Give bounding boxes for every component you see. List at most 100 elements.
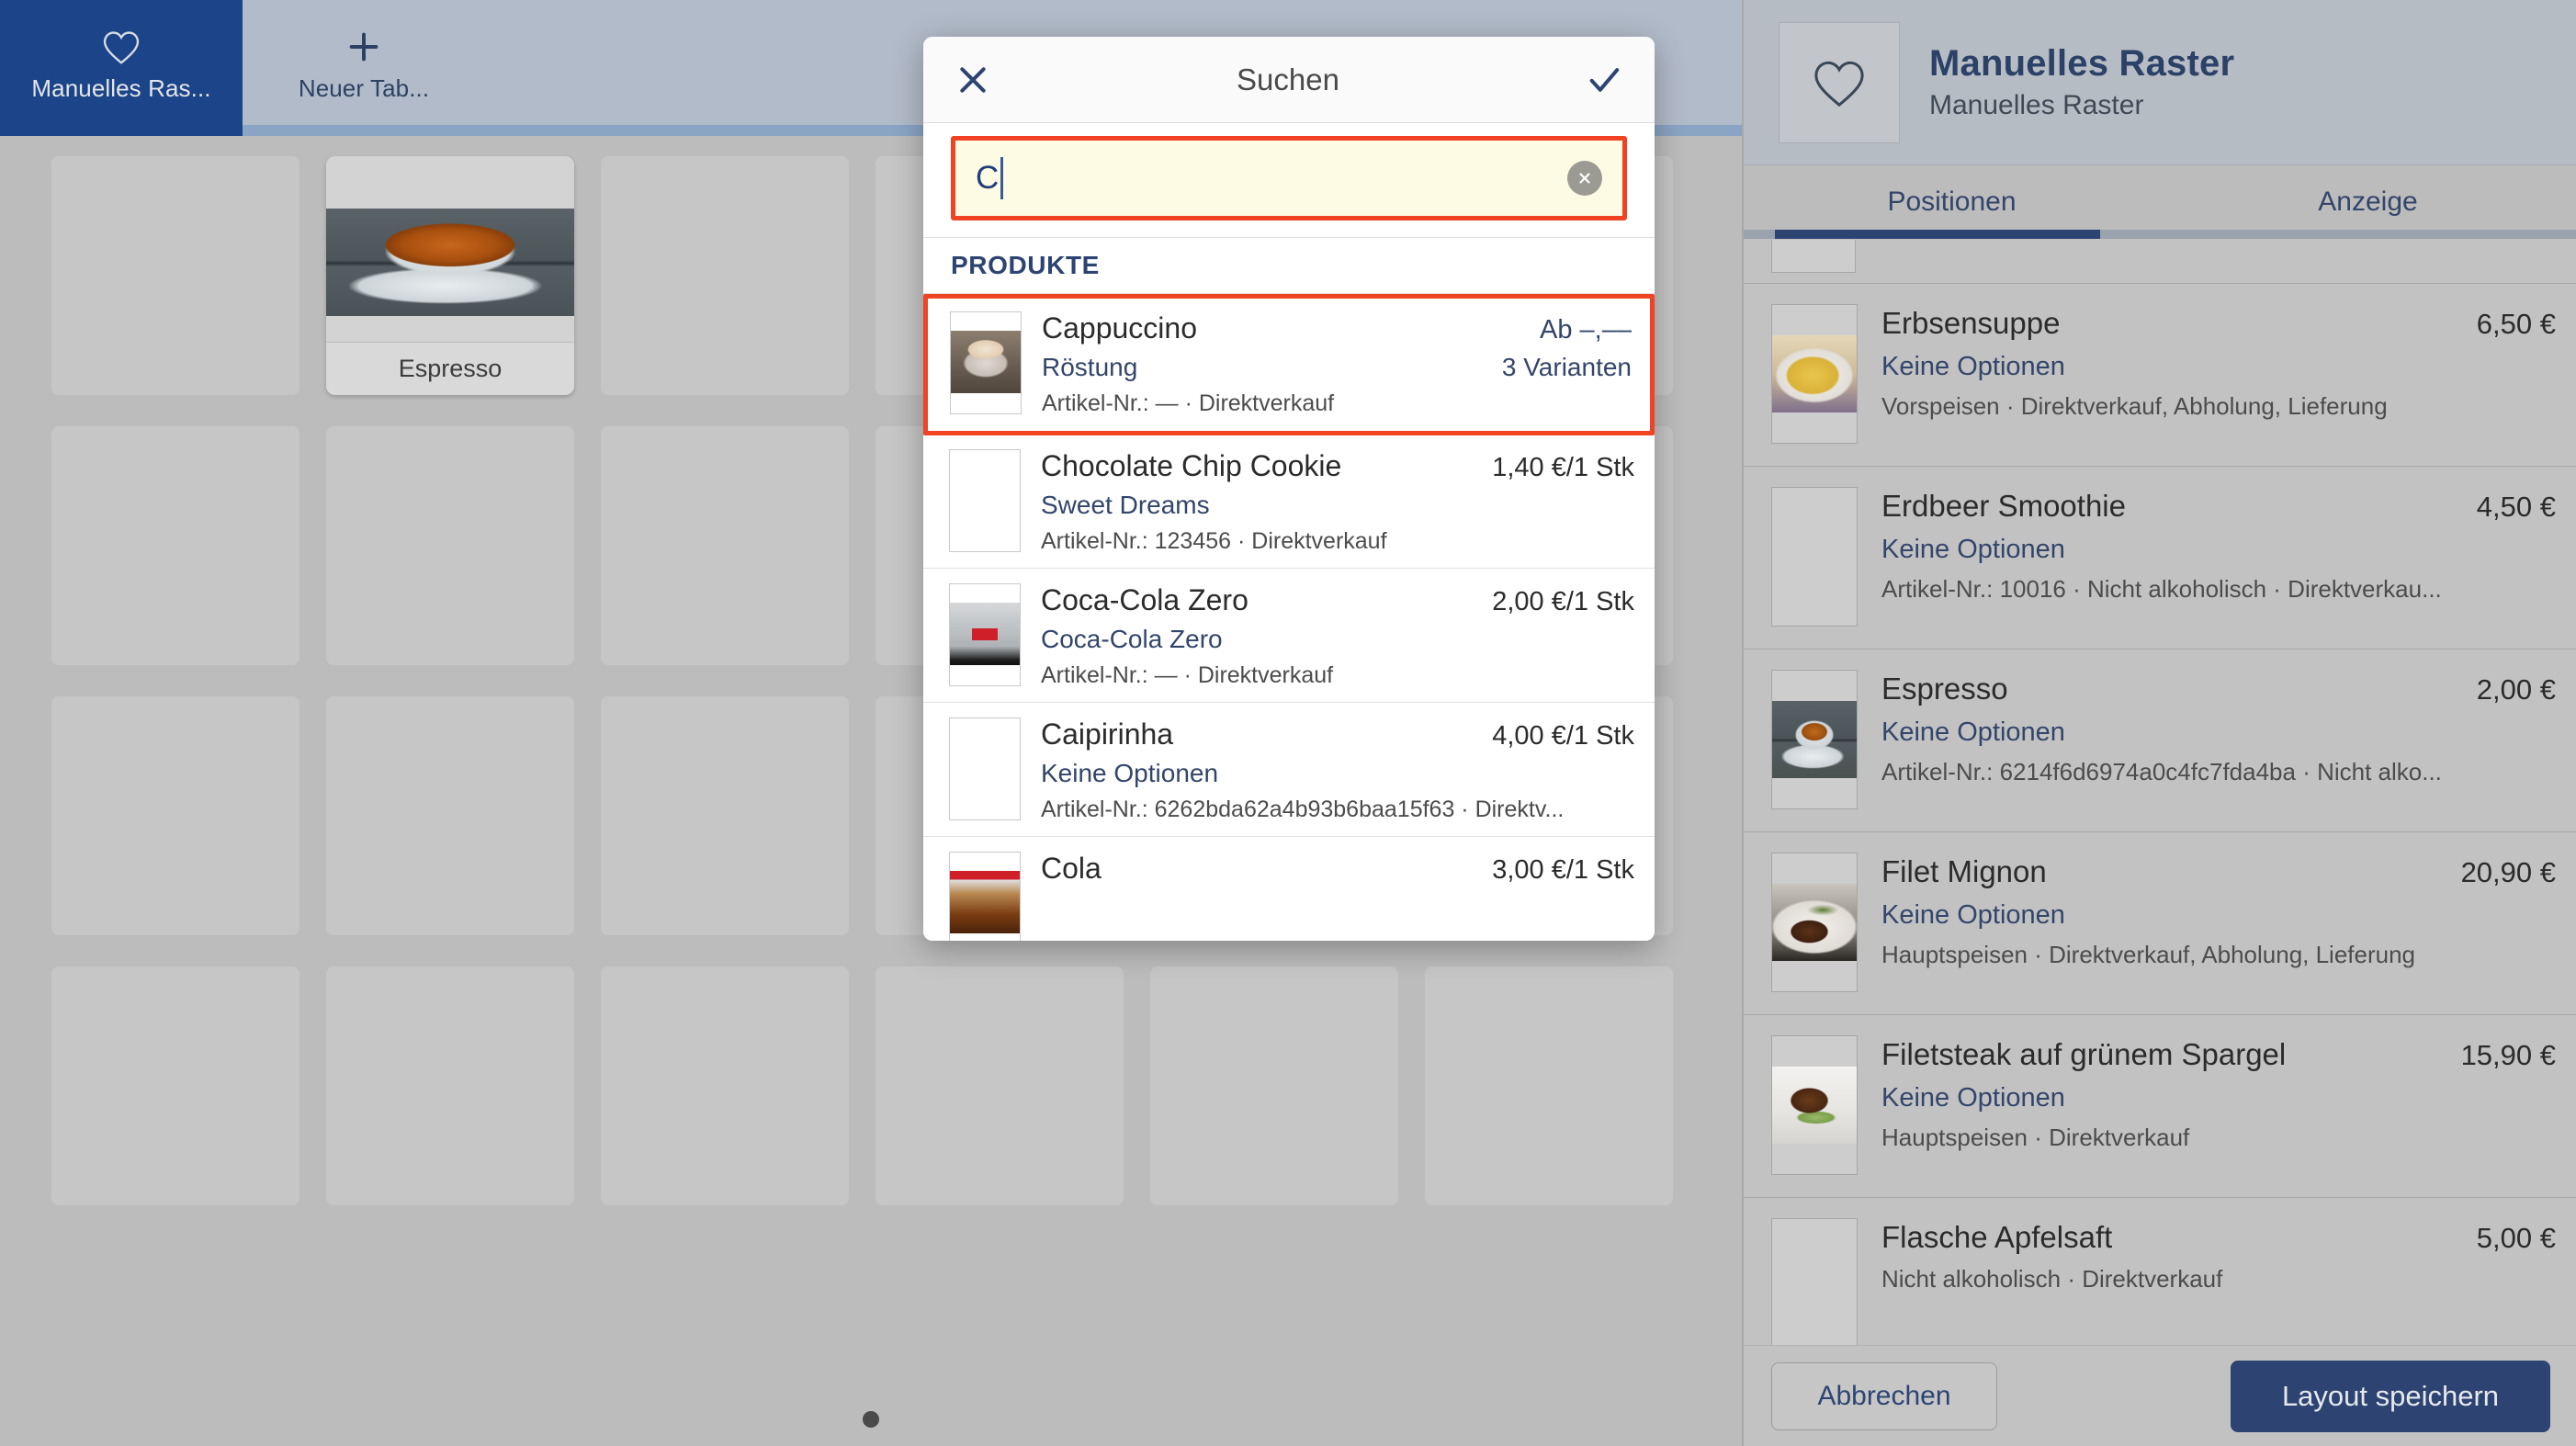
- cancel-button[interactable]: Abbrechen: [1771, 1361, 1997, 1430]
- item-meta: Hauptspeisen · Direktverkauf, Abholung, …: [1881, 941, 2416, 968]
- search-input-value: C: [976, 160, 1000, 196]
- list-item[interactable]: Espresso 2,00 € Keine Optionen Artikel-N…: [1744, 650, 2576, 832]
- grid-slot-empty[interactable]: [601, 966, 849, 1205]
- item-meta: Artikel-Nr.: 10016 · Nicht alkoholisch ·…: [1881, 575, 2442, 603]
- item-price: 20,90 €: [2460, 856, 2556, 888]
- item-price: 2,00 €: [2476, 673, 2556, 706]
- result-price: 3,00 €/1 Stk: [1492, 855, 1634, 885]
- item-options: Keine Optionen: [1881, 717, 2065, 747]
- heart-icon: [1811, 57, 1868, 108]
- list-item[interactable]: Erdbeer Smoothie 4,50 € Keine Optionen A…: [1744, 467, 2576, 650]
- grid-slot-empty[interactable]: [326, 966, 574, 1205]
- result-price: 2,00 €/1 Stk: [1492, 587, 1634, 616]
- sidebar-tab-active-indicator: [1775, 230, 2100, 239]
- clear-circle-icon[interactable]: [1567, 161, 1602, 196]
- search-results-list[interactable]: Cappuccino Ab –,–– Röstung 3 Varianten A…: [923, 294, 1655, 941]
- checkmark-icon[interactable]: [1585, 62, 1623, 98]
- search-result-row[interactable]: Cappuccino Ab –,–– Röstung 3 Varianten A…: [923, 294, 1655, 435]
- plus-icon: [345, 28, 383, 65]
- result-options: Sweet Dreams: [1041, 491, 1210, 519]
- item-name: Filet Mignon: [1881, 854, 2047, 888]
- item-price: 4,50 €: [2476, 491, 2556, 523]
- search-result-row[interactable]: Coca-Cola Zero 2,00 €/1 Stk Coca-Cola Ze…: [923, 569, 1655, 703]
- item-price: 15,90 €: [2460, 1039, 2556, 1071]
- close-icon[interactable]: [955, 62, 991, 98]
- result-meta: Artikel-Nr.: — · Direktverkauf: [1042, 390, 1335, 416]
- tab-anzeige[interactable]: Anzeige: [2160, 165, 2576, 239]
- result-meta: Artikel-Nr.: 123456 · Direktverkauf: [1041, 528, 1387, 554]
- grid-slot-empty[interactable]: [326, 426, 574, 665]
- tab-label: Manuelles Ras...: [31, 73, 211, 102]
- grid-slot-empty[interactable]: [601, 426, 849, 665]
- text-caret: [1000, 157, 1004, 199]
- search-result-row[interactable]: Caipirinha 4,00 €/1 Stk Keine Optionen A…: [923, 703, 1655, 837]
- item-meta: Hauptspeisen · Direktverkauf: [1881, 1124, 2190, 1151]
- item-meta: Nicht alkoholisch · Direktverkauf: [1881, 1265, 2223, 1293]
- grid-slot-empty[interactable]: [601, 156, 849, 395]
- item-name: Filetsteak auf grünem Spargel: [1881, 1037, 2287, 1071]
- item-name: Espresso: [1881, 672, 2008, 706]
- tab-neuer-tab[interactable]: Neuer Tab...: [243, 0, 485, 130]
- sidebar-footer: Abbrechen Layout speichern: [1744, 1345, 2576, 1446]
- tab-positionen[interactable]: Positionen: [1744, 165, 2160, 239]
- grid-slot-empty[interactable]: [51, 156, 299, 395]
- page-dot[interactable]: [863, 1411, 879, 1428]
- dialog-title: Suchen: [1237, 62, 1339, 96]
- page-subtitle: Manuelles Raster: [1929, 90, 2144, 120]
- list-item[interactable]: Filet Mignon 20,90 € Keine Optionen Haup…: [1744, 832, 2576, 1015]
- result-name: Chocolate Chip Cookie: [1041, 449, 1342, 482]
- sidebar-tabs: Positionen Anzeige: [1744, 165, 2576, 239]
- list-item[interactable]: Erbsensuppe 6,50 € Keine Optionen Vorspe…: [1744, 284, 2576, 467]
- result-name: Cappuccino: [1042, 311, 1197, 345]
- search-dialog: Suchen C PRODUKTE Cappuccino Ab –,–– Rös…: [923, 37, 1655, 941]
- grid-slot-empty[interactable]: [51, 696, 299, 935]
- item-options: Keine Optionen: [1881, 535, 2065, 564]
- list-item[interactable]: Flasche Apfelsaft 5,00 € Nicht alkoholis…: [1744, 1198, 2576, 1345]
- grid-slot-empty[interactable]: [326, 696, 574, 935]
- grid-slot-empty[interactable]: [1150, 966, 1398, 1205]
- sidebar-header: Manuelles Raster Manuelles Raster: [1744, 0, 2576, 165]
- grid-slot-empty[interactable]: [1425, 966, 1673, 1205]
- item-name: Erbsensuppe: [1881, 306, 2061, 340]
- search-input[interactable]: C: [951, 136, 1627, 220]
- save-layout-button[interactable]: Layout speichern: [2231, 1360, 2550, 1432]
- sidebar-item-list[interactable]: Erbsensuppe 6,50 € Keine Optionen Vorspe…: [1744, 240, 2576, 1345]
- grid-slot-empty[interactable]: [601, 696, 849, 935]
- tab-manuelles-raster[interactable]: Manuelles Ras...: [0, 0, 243, 130]
- result-name: Caipirinha: [1041, 717, 1174, 751]
- list-item[interactable]: Filetsteak auf grünem Spargel 15,90 € Ke…: [1744, 1015, 2576, 1198]
- item-options: Keine Optionen: [1881, 352, 2065, 381]
- thumbnail: [949, 583, 1021, 686]
- result-price: Ab –,––: [1540, 315, 1632, 345]
- item-options: Keine Optionen: [1881, 900, 2065, 930]
- tab-active-indicator: [0, 125, 243, 136]
- grid-slot-empty[interactable]: [51, 426, 299, 665]
- result-name: Cola: [1041, 852, 1102, 885]
- list-item-partial[interactable]: [1744, 240, 2576, 284]
- item-price: 5,00 €: [2476, 1222, 2556, 1254]
- thumbnail: [949, 449, 1021, 552]
- grid-slot-empty[interactable]: [876, 966, 1124, 1205]
- thumbnail: [949, 717, 1021, 820]
- result-meta: Artikel-Nr.: — · Direktverkauf: [1041, 662, 1334, 688]
- thumbnail: [1771, 240, 1856, 273]
- item-name: Flasche Apfelsaft: [1881, 1220, 2113, 1254]
- thumbnail: [950, 311, 1022, 414]
- item-meta: Artikel-Nr.: 6214f6d6974a0c4fc7fda4ba · …: [1881, 758, 2442, 785]
- heart-icon: [101, 28, 141, 65]
- grid-tile-label: Espresso: [326, 342, 574, 395]
- right-sidebar: Manuelles Raster Manuelles Raster Positi…: [1742, 0, 2576, 1446]
- item-name: Erdbeer Smoothie: [1881, 489, 2126, 523]
- dialog-header: Suchen: [923, 37, 1655, 123]
- page-title: Manuelles Raster: [1929, 43, 2235, 84]
- grid-slot-empty[interactable]: [51, 966, 299, 1205]
- search-result-row[interactable]: Chocolate Chip Cookie 1,40 €/1 Stk Sweet…: [923, 435, 1655, 569]
- results-section-header: PRODUKTE: [923, 237, 1655, 294]
- page-indicator[interactable]: [0, 1411, 1742, 1428]
- grid-tile-espresso[interactable]: Espresso: [326, 156, 574, 395]
- sidebar-tab-rail: [1744, 230, 2576, 239]
- search-result-row[interactable]: Cola 3,00 €/1 Stk: [923, 837, 1655, 941]
- result-price: 4,00 €/1 Stk: [1492, 721, 1634, 751]
- result-options: Röstung: [1042, 353, 1138, 381]
- tab-label: Neuer Tab...: [298, 73, 430, 102]
